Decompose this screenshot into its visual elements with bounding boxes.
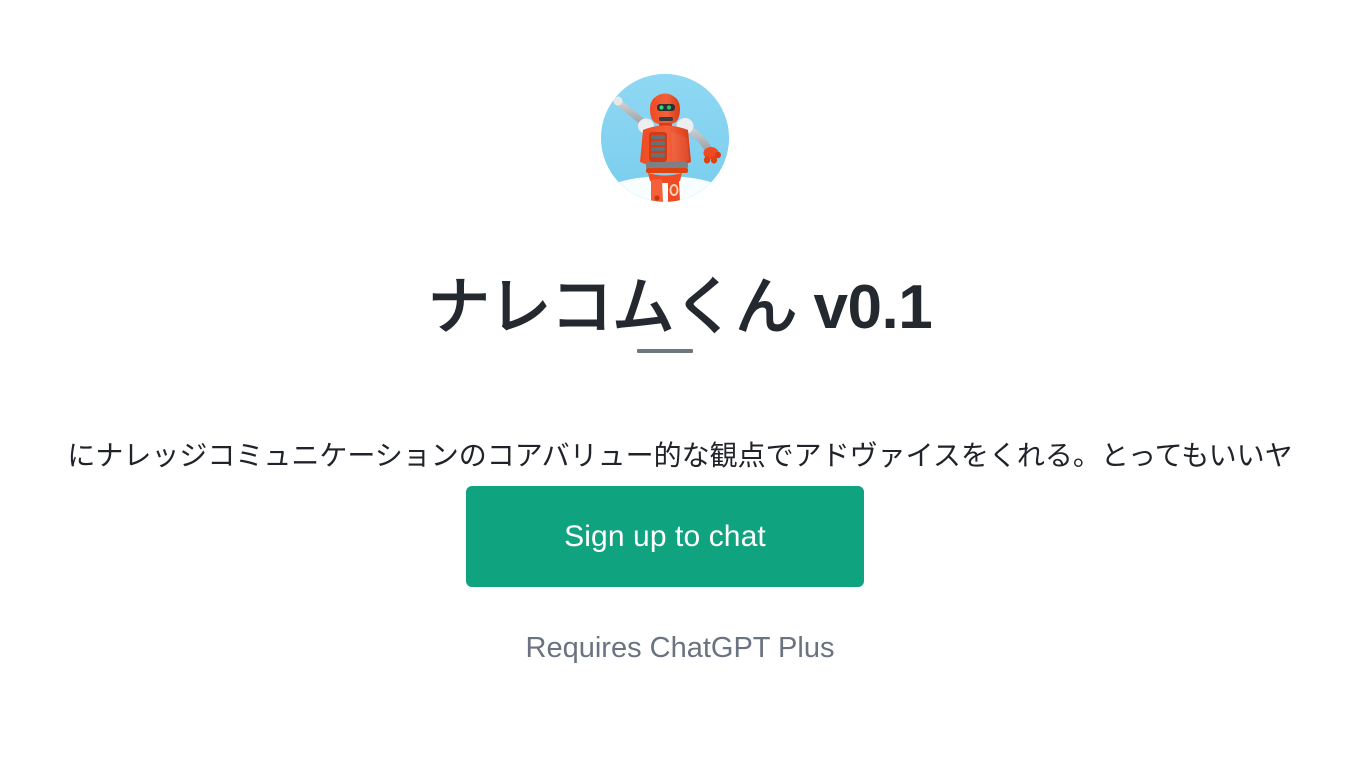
- page-title: ナレコムくん v0.1: [427, 272, 933, 342]
- sign-up-to-chat-button[interactable]: Sign up to chat: [466, 486, 864, 587]
- requires-plus-note: Requires ChatGPT Plus: [525, 632, 835, 664]
- gpt-description: にナレッジコミュニケーションのコアバリュー的な観点でアドヴァイスをくれる。とって…: [67, 440, 1293, 471]
- title-divider: [637, 349, 693, 353]
- gpt-landing-page: ナレコムくん v0.1 にナレッジコミュニケーションのコアバリュー的な観点でアド…: [0, 0, 1360, 764]
- robot-avatar-icon: [601, 74, 729, 202]
- avatar: [601, 74, 729, 202]
